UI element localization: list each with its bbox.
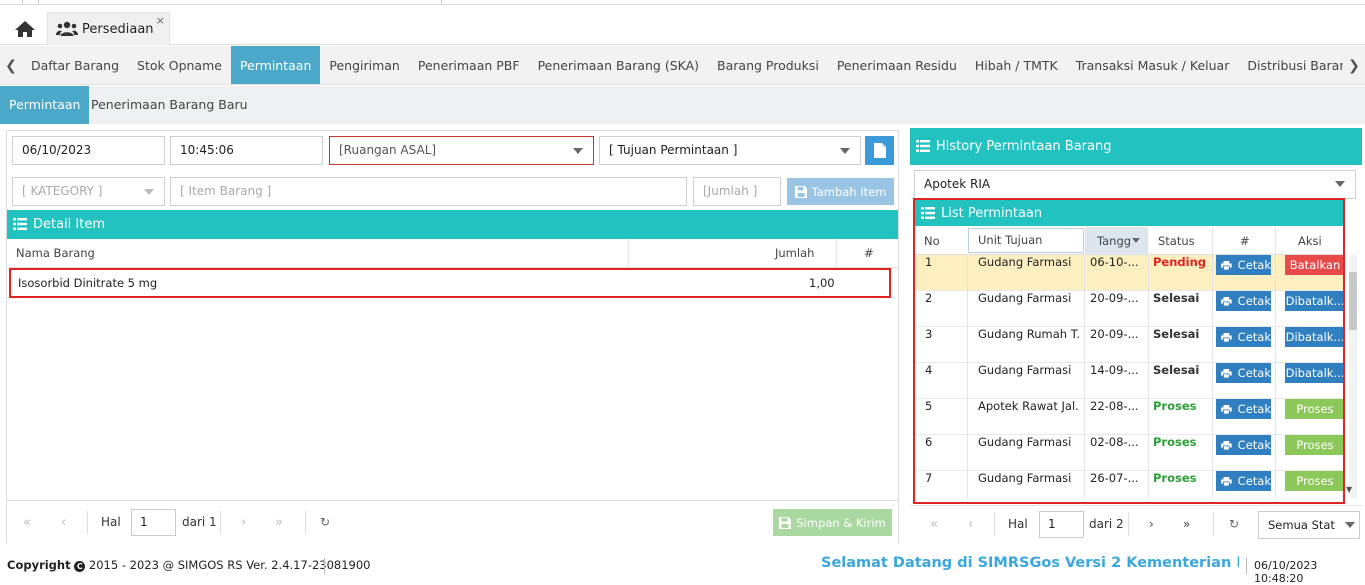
history-panel: History Permintaan Barang Apotek RIA Lis… — [910, 128, 1362, 543]
ruangan-asal-select[interactable]: [Ruangan ASAL] — [329, 136, 594, 165]
chevron-down-icon — [573, 148, 583, 154]
detail-pager: « ‹ Hal 1 dari 1 › » ↻ Simpan & Kirim — [7, 500, 898, 543]
module-items: Daftar Barang Stok Opname Permintaan Pengir… — [22, 46, 1365, 84]
hal-label: Hal — [1008, 517, 1028, 531]
category-select[interactable]: [ KATEGORY ] — [12, 177, 165, 206]
save-icon — [794, 185, 807, 198]
row-nama-barang: Isosorbid Dinitrate 5 mg — [18, 276, 158, 290]
col-jumlah: Jumlah — [775, 246, 815, 260]
chevron-right-icon[interactable]: ❯ — [1343, 46, 1365, 84]
tab-persediaan-label: Persediaan — [82, 21, 154, 37]
tab-persediaan[interactable]: Persediaan × — [47, 12, 170, 45]
last-page-icon[interactable]: » — [275, 509, 283, 536]
history-pager: « ‹ Hal 1 dari 2 › » ↻ Semua Stat — [910, 505, 1362, 543]
app-tab-bar: Persediaan × — [0, 5, 1365, 45]
refresh-icon[interactable]: ↻ — [1229, 511, 1239, 538]
module-tab[interactable]: Barang Produksi — [708, 46, 828, 84]
scroll-down-icon[interactable]: ▼ — [1346, 485, 1352, 494]
history-title: History Permintaan Barang — [936, 139, 1112, 154]
subtab-permintaan[interactable]: Permintaan — [0, 86, 90, 124]
request-form-panel: 06/10/2023 10:45:06 [Ruangan ASAL] [ Tuj… — [6, 130, 899, 543]
welcome-marquee: Selamat Datang di SIMRSGos Versi 2 Kemen… — [821, 555, 1239, 571]
unit-select[interactable]: Apotek RIA — [914, 170, 1356, 199]
detail-table-header: Nama Barang Jumlah # — [7, 239, 898, 268]
detail-item-header: Detail Item — [7, 210, 898, 239]
tambah-item-button[interactable]: Tambah Item — [787, 178, 894, 205]
module-tab[interactable]: Daftar Barang — [22, 46, 128, 84]
file-icon — [873, 143, 886, 158]
new-document-button[interactable] — [865, 136, 894, 165]
unit-value: Apotek RIA — [924, 177, 991, 191]
home-button[interactable] — [8, 15, 42, 43]
history-header: History Permintaan Barang — [910, 128, 1362, 165]
ruangan-asal-value: [Ruangan ASAL] — [339, 143, 437, 157]
prev-page-icon[interactable]: ‹ — [61, 509, 66, 536]
detail-item-title: Detail Item — [33, 217, 106, 232]
close-icon[interactable]: × — [156, 14, 165, 27]
next-page-icon[interactable]: › — [241, 509, 246, 536]
module-nav: ❮ Daftar Barang Stok Opname Permintaan Peng… — [0, 46, 1365, 85]
row-jumlah: 1,00 — [809, 276, 835, 290]
scrollbar-thumb[interactable] — [1349, 272, 1357, 330]
page-input[interactable]: 1 — [131, 509, 176, 536]
next-page-icon[interactable]: › — [1149, 511, 1154, 538]
status-filter-value: Semua Stat — [1268, 518, 1335, 532]
page-of-label: dari 2 — [1089, 517, 1124, 531]
list-icon — [13, 218, 27, 230]
module-tab[interactable]: Penerimaan PBF — [409, 46, 529, 84]
tambah-item-label: Tambah Item — [811, 184, 887, 199]
copyright: Copyright C 2015 - 2023 @ SIMGOS RS Ver.… — [7, 558, 371, 572]
simpan-kirim-button[interactable]: Simpan & Kirim — [773, 509, 892, 536]
page-input[interactable]: 1 — [1039, 511, 1084, 538]
chevron-down-icon — [1335, 181, 1345, 187]
module-tab[interactable]: Hibah / TMTK — [966, 46, 1067, 84]
subtab-penerimaan-barang-baru[interactable]: Penerimaan Barang Baru — [82, 86, 257, 124]
list-permintaan-highlight — [913, 198, 1345, 504]
refresh-icon[interactable]: ↻ — [320, 509, 330, 536]
chevron-down-icon — [144, 189, 154, 195]
footer-timestamp: 06/10/2023 10:48:20 — [1254, 559, 1318, 585]
col-nama-barang: Nama Barang — [16, 246, 95, 260]
save-icon — [779, 516, 792, 529]
table-row[interactable]: Isosorbid Dinitrate 5 mg 1,00 — [9, 268, 891, 298]
date-field[interactable]: 06/10/2023 — [12, 136, 165, 165]
tujuan-value: [ Tujuan Permintaan ] — [609, 143, 738, 157]
module-tab[interactable]: Permintaan — [230, 46, 321, 84]
home-icon — [15, 21, 35, 37]
chevron-down-icon — [840, 148, 850, 154]
module-tab[interactable]: Stok Opname — [128, 46, 231, 84]
simpan-kirim-label: Simpan & Kirim — [796, 515, 886, 530]
status-filter-select[interactable]: Semua Stat — [1258, 511, 1360, 539]
users-icon — [56, 21, 78, 36]
module-tab[interactable]: Penerimaan Residu — [828, 46, 966, 84]
footer: Copyright C 2015 - 2023 @ SIMGOS RS Ver.… — [0, 550, 1365, 585]
list-scrollbar[interactable] — [1349, 255, 1357, 498]
module-tab[interactable]: Pengiriman — [320, 46, 408, 84]
hal-label: Hal — [101, 515, 121, 529]
tujuan-select[interactable]: [ Tujuan Permintaan ] — [599, 136, 861, 165]
last-page-icon[interactable]: » — [1183, 511, 1190, 538]
chevron-left-icon[interactable]: ❮ — [0, 46, 22, 84]
copyright-icon: C — [74, 561, 86, 572]
prev-page-icon[interactable]: ‹ — [968, 511, 973, 538]
time-field[interactable]: 10:45:06 — [170, 136, 323, 165]
module-tab[interactable]: Transaksi Masuk / Keluar — [1067, 46, 1239, 84]
jumlah-input[interactable]: [Jumlah ] — [693, 177, 781, 206]
chevron-down-icon — [1345, 522, 1355, 528]
module-tab[interactable]: Penerimaan Barang (SKA) — [529, 46, 708, 84]
list-icon — [916, 140, 930, 152]
item-barang-input[interactable]: [ Item Barang ] — [170, 177, 687, 206]
category-placeholder: [ KATEGORY ] — [22, 184, 103, 198]
first-page-icon[interactable]: « — [930, 511, 938, 538]
sub-nav: Permintaan Penerimaan Barang Baru — [0, 86, 1365, 124]
first-page-icon[interactable]: « — [23, 509, 31, 536]
page-of-label: dari 1 — [182, 515, 217, 529]
col-hash: # — [864, 246, 874, 260]
